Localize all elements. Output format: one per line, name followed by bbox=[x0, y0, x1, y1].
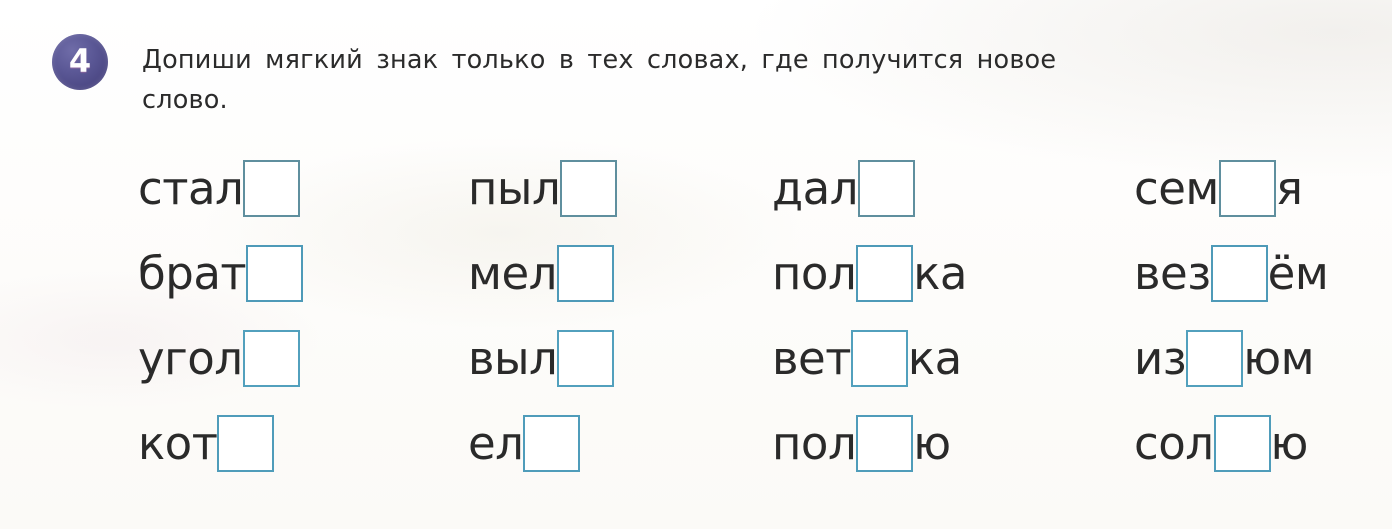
word-prefix: пыл bbox=[468, 162, 561, 215]
word-suffix: я bbox=[1275, 162, 1303, 215]
word-column-1: стал брат угол кот bbox=[138, 146, 304, 486]
word-row: вез ём bbox=[1134, 231, 1329, 316]
task-number-badge: 4 bbox=[52, 34, 108, 90]
blank-box[interactable] bbox=[1218, 160, 1276, 217]
word-prefix: стал bbox=[138, 162, 244, 215]
blank-box[interactable] bbox=[856, 415, 914, 472]
word-row: кот bbox=[138, 401, 303, 486]
blank-box[interactable] bbox=[242, 330, 300, 387]
word-row: угол bbox=[138, 316, 303, 401]
word-row: пол ка bbox=[772, 231, 967, 316]
word-suffix: ка bbox=[913, 247, 967, 300]
blank-box[interactable] bbox=[857, 160, 915, 217]
blank-box[interactable] bbox=[560, 160, 618, 217]
blank-box[interactable] bbox=[1186, 330, 1244, 387]
word-row: стал bbox=[138, 146, 303, 231]
blank-box[interactable] bbox=[856, 245, 914, 302]
word-row: из юм bbox=[1134, 316, 1328, 401]
word-prefix: мел bbox=[468, 247, 557, 300]
word-prefix: кот bbox=[138, 417, 218, 470]
blank-box[interactable] bbox=[556, 245, 614, 302]
word-prefix: ел bbox=[468, 417, 524, 470]
word-row: сол ю bbox=[1134, 401, 1328, 486]
blank-box[interactable] bbox=[1213, 415, 1271, 472]
word-suffix: ю bbox=[1270, 417, 1309, 470]
word-column-3: дал пол ка вет ка пол ю bbox=[772, 146, 967, 486]
word-row: ел bbox=[468, 401, 617, 486]
blank-box[interactable] bbox=[523, 415, 581, 472]
word-column-4: сем я вез ём из юм сол ю bbox=[1134, 146, 1329, 486]
blank-box[interactable] bbox=[1210, 245, 1268, 302]
blank-box[interactable] bbox=[246, 245, 304, 302]
word-prefix: угол bbox=[138, 332, 243, 385]
blank-box[interactable] bbox=[243, 160, 301, 217]
instruction-line-2: слово. bbox=[142, 85, 228, 115]
word-suffix: ём bbox=[1267, 247, 1329, 300]
word-prefix: сол bbox=[1134, 417, 1214, 470]
word-column-2: пыл мел выл ел bbox=[468, 146, 618, 486]
blank-box[interactable] bbox=[850, 330, 908, 387]
word-row: брат bbox=[138, 231, 304, 316]
word-row: дал bbox=[772, 146, 967, 231]
instruction-line-1: Допиши мягкий знак только в тех словах, … bbox=[142, 45, 1057, 75]
word-prefix: брат bbox=[138, 247, 247, 300]
word-row: мел bbox=[468, 231, 617, 316]
word-row: вет ка bbox=[772, 316, 967, 401]
instruction-text: Допиши мягкий знак только в тех словах, … bbox=[142, 40, 1382, 120]
word-prefix: пол bbox=[772, 247, 857, 300]
word-row: пыл bbox=[468, 146, 618, 231]
word-prefix: вет bbox=[772, 332, 851, 385]
word-prefix: выл bbox=[468, 332, 558, 385]
word-prefix: сем bbox=[1134, 162, 1219, 215]
task-number-label: 4 bbox=[68, 42, 92, 80]
word-prefix: дал bbox=[772, 162, 858, 215]
word-suffix: юм bbox=[1243, 332, 1315, 385]
word-row: пол ю bbox=[772, 401, 967, 486]
word-suffix: ка bbox=[907, 332, 962, 385]
word-suffix: ю bbox=[913, 417, 951, 470]
word-row: выл bbox=[468, 316, 617, 401]
word-prefix: вез bbox=[1134, 247, 1211, 300]
word-prefix: пол bbox=[772, 417, 857, 470]
blank-box[interactable] bbox=[217, 415, 275, 472]
blank-box[interactable] bbox=[557, 330, 615, 387]
word-row: сем я bbox=[1134, 146, 1328, 231]
word-prefix: из bbox=[1134, 332, 1187, 385]
